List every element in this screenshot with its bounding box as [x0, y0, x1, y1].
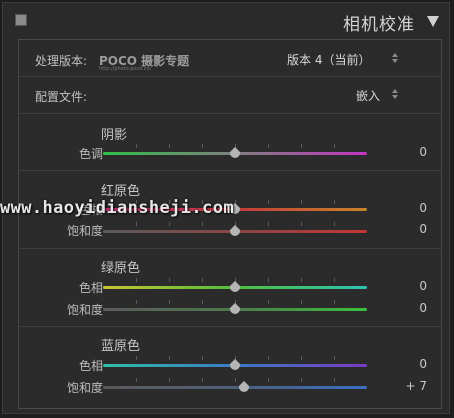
red-saturation-label: 饱和度 — [66, 224, 103, 238]
slider-tick — [268, 300, 269, 304]
slider-tick — [235, 378, 236, 382]
slider-tick — [136, 378, 137, 382]
process-version-select[interactable]: 版本 4（当前） — [287, 51, 370, 68]
panel-title: 相机校准 — [343, 15, 415, 35]
green-saturation-value[interactable]: 0 — [419, 301, 427, 315]
slider-tick — [268, 378, 269, 382]
panel-body: 处理版本: POCO 摄影专题 http://photo.poco.cn/ 版本… — [18, 39, 442, 409]
slider-tick — [301, 378, 302, 382]
poco-logo: POCO 摄影专题 http://photo.poco.cn/ — [99, 52, 195, 72]
green-saturation-label: 饱和度 — [66, 303, 103, 317]
profile-row: 配置文件: 嵌入 — [19, 77, 441, 113]
slider-tick — [136, 144, 137, 148]
slider-tick — [301, 300, 302, 304]
slider-tick — [334, 144, 335, 148]
green-hue-value[interactable]: 0 — [419, 279, 427, 293]
slider-tick — [301, 222, 302, 226]
blue-saturation-value[interactable]: + 7 — [405, 379, 427, 393]
slider-tick — [334, 222, 335, 226]
slider-ticks — [103, 378, 367, 382]
slider-tick — [268, 356, 269, 360]
slider-tick — [301, 144, 302, 148]
slider-tick — [202, 378, 203, 382]
slider-tick — [334, 300, 335, 304]
blue-hue-label: 色相 — [78, 359, 103, 373]
process-version-updown-icon[interactable] — [392, 53, 398, 63]
blue-hue-value[interactable]: 0 — [419, 357, 427, 371]
poco-logo-url: http://photo.poco.cn/ — [99, 66, 152, 72]
divider — [19, 248, 441, 249]
slider-thumb[interactable] — [238, 381, 250, 393]
slider-tick — [169, 300, 170, 304]
site-watermark: www.haoyidiansheji.com — [0, 198, 234, 218]
slider-tick — [334, 278, 335, 282]
slider-track[interactable] — [103, 386, 367, 389]
blue-saturation-label: 饱和度 — [66, 381, 103, 395]
panel-toggle-switch[interactable] — [15, 14, 27, 26]
slider-tick — [136, 222, 137, 226]
slider-tick — [169, 144, 170, 148]
green-group-title: 绿原色 — [101, 261, 141, 276]
shadow-tint-value[interactable]: 0 — [419, 145, 427, 159]
profile-select[interactable]: 嵌入 — [356, 87, 380, 104]
profile-label: 配置文件: — [35, 90, 88, 104]
divider — [19, 113, 441, 114]
slider-tick — [268, 222, 269, 226]
shadow-group-title: 阴影 — [101, 128, 128, 143]
slider-tick — [301, 278, 302, 282]
slider-thumb[interactable] — [229, 359, 241, 371]
slider-tick — [169, 222, 170, 226]
process-version-label: 处理版本: — [35, 54, 88, 68]
green-hue-label: 色相 — [78, 281, 103, 295]
slider-tick — [169, 378, 170, 382]
slider-thumb[interactable] — [229, 225, 241, 237]
divider — [19, 326, 441, 327]
slider-tick — [301, 356, 302, 360]
slider-tick — [136, 300, 137, 304]
profile-updown-icon[interactable] — [392, 89, 398, 99]
panel-header[interactable]: 相机校准 — [3, 3, 449, 39]
slider-thumb[interactable] — [229, 303, 241, 315]
red-group-title: 红原色 — [101, 184, 141, 199]
slider-tick — [334, 378, 335, 382]
collapse-triangle-icon[interactable] — [427, 16, 439, 27]
slider-tick — [334, 356, 335, 360]
slider-tick — [202, 300, 203, 304]
slider-tick — [268, 144, 269, 148]
slider-tick — [136, 278, 137, 282]
slider-tick — [202, 278, 203, 282]
slider-tick — [202, 222, 203, 226]
slider-thumb[interactable] — [229, 281, 241, 293]
shadow-tint-label: 色调 — [78, 147, 103, 161]
process-version-row: 处理版本: POCO 摄影专题 http://photo.poco.cn/ 版本… — [19, 40, 441, 76]
slider-tick — [202, 356, 203, 360]
slider-thumb[interactable] — [229, 147, 241, 159]
slider-tick — [169, 278, 170, 282]
slider-tick — [136, 356, 137, 360]
red-saturation-value[interactable]: 0 — [419, 222, 427, 236]
blue-group-title: 蓝原色 — [101, 339, 141, 354]
slider-tick — [169, 356, 170, 360]
slider-tick — [202, 144, 203, 148]
slider-tick — [268, 278, 269, 282]
divider — [19, 170, 441, 171]
